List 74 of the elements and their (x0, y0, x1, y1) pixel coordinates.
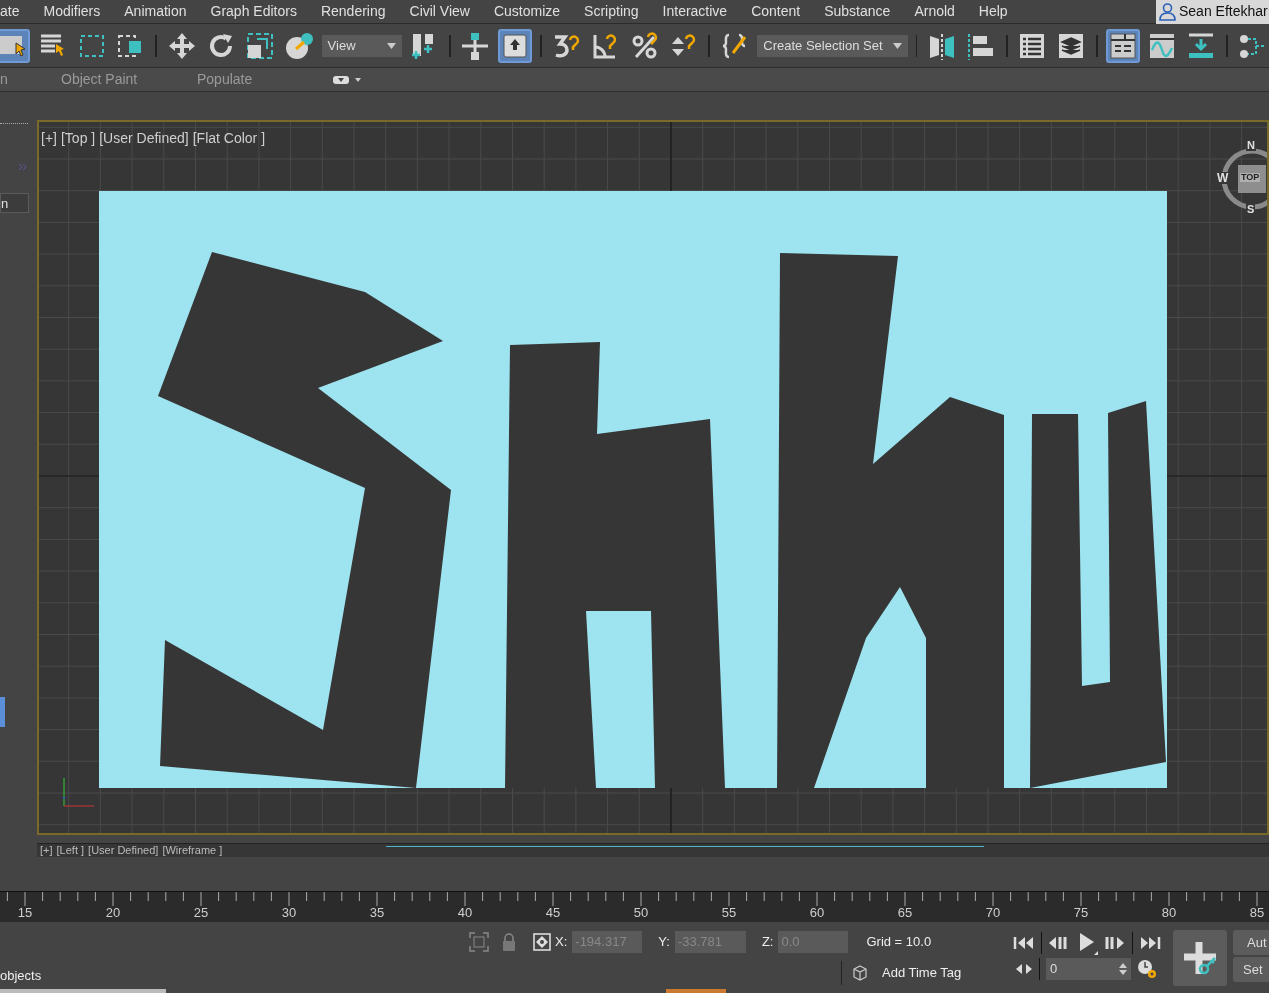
menu-item[interactable]: Graph Editors (210, 1, 297, 22)
menu-item[interactable]: Interactive (662, 1, 728, 22)
cube-icon[interactable] (852, 965, 868, 981)
selection-dropdown[interactable]: Create Selection Set (757, 34, 908, 57)
menu-item[interactable]: Customize (493, 1, 561, 22)
menu-item[interactable]: Help (978, 1, 1008, 22)
selection-dropdown[interactable]: View (321, 34, 402, 57)
viewport-label-menu[interactable]: [Flat Color ] (192, 128, 266, 149)
frame-number: 85 (1249, 906, 1265, 919)
frame-number: 40 (457, 906, 473, 919)
menu-item[interactable]: Rendering (320, 1, 386, 22)
menu-item[interactable]: Scripting (584, 1, 639, 22)
viewport-label-menu[interactable]: [Top ] (60, 128, 96, 149)
compass-letter: S (1246, 204, 1256, 215)
axis-tripod-icon (61, 777, 95, 807)
caret-icon (892, 42, 902, 49)
menu-item[interactable]: Substance (824, 1, 891, 22)
auto-key-button[interactable]: Aut (1233, 930, 1269, 955)
spinner-arrows-icon[interactable] (1119, 962, 1127, 976)
menu-item[interactable]: ate (0, 1, 20, 22)
menu-item[interactable]: Content (751, 1, 801, 22)
viewport-label-menu[interactable]: [Wireframe ] (162, 845, 223, 856)
timeline-ruler[interactable]: 15 20 25 30 35 40 45 50 55 60 65 70 75 80 85 (0, 891, 1269, 922)
viewport-label-menu[interactable]: [+] (40, 845, 53, 856)
frame-number: 30 (281, 906, 297, 919)
select-cursor-button[interactable] (0, 28, 30, 63)
frame-number: 35 (369, 906, 385, 919)
frame-number: 75 (1073, 906, 1089, 919)
ribbon-options-icon[interactable] (333, 74, 361, 85)
menu-item[interactable]: Modifiers (43, 1, 101, 22)
arrow-up-button[interactable] (497, 28, 532, 63)
set-key-button[interactable] (1173, 930, 1227, 986)
go-to-end-icon[interactable] (1139, 935, 1161, 951)
frame-number: 45 (545, 906, 561, 919)
viewport-label-menu[interactable]: [Left ] (56, 845, 85, 856)
ribbon-button[interactable] (1105, 28, 1140, 63)
key-plus-icon (1182, 940, 1218, 976)
viewport-label-menu[interactable]: [User Defined] (99, 128, 189, 149)
frame-number: 20 (105, 906, 121, 919)
add-time-tag-button[interactable]: Add Time Tag (882, 963, 962, 983)
frame-number: 55 (721, 906, 737, 919)
current-frame-spinner[interactable]: 0 (1046, 958, 1131, 980)
compass-letter: N (1246, 140, 1256, 151)
time-configuration-icon[interactable] (1137, 959, 1157, 979)
go-to-start-icon[interactable] (1013, 935, 1035, 951)
prompt-text: objects (0, 967, 42, 985)
panel-edge-bar (0, 697, 5, 727)
frame-number: 15 (17, 906, 33, 919)
compass-letter: W (1216, 172, 1230, 184)
frame-number: 25 (193, 906, 209, 919)
absolute-mode-icon[interactable] (533, 933, 551, 951)
caret-icon (386, 42, 396, 49)
z-label: Z: (761, 933, 774, 952)
menu-item[interactable]: Arnold (914, 1, 955, 22)
frame-number: 65 (897, 906, 913, 919)
viewcube-face-label[interactable]: TOP (1240, 173, 1261, 182)
y-label: Y: (658, 933, 670, 952)
next-frame-icon[interactable] (1104, 935, 1126, 951)
grid-size-text: Grid = 10.0 (866, 933, 932, 952)
set-key-mode-button[interactable]: Set (1233, 957, 1269, 982)
previous-frame-icon[interactable] (1048, 935, 1070, 951)
user-icon (1159, 2, 1176, 21)
menu-item[interactable]: Civil View (409, 1, 470, 22)
time-slider-arrows-icon[interactable] (1015, 963, 1033, 975)
command-panel-tab[interactable]: n (0, 193, 29, 213)
menu-item[interactable]: Animation (124, 1, 187, 22)
viewport-label-menu[interactable]: [+] (41, 128, 57, 149)
user-account-button[interactable]: Sean Eftekhar (1156, 0, 1269, 24)
frame-number: 70 (985, 906, 1001, 919)
frame-number: 60 (809, 906, 825, 919)
viewport-label-menu[interactable]: [User Defined] (88, 845, 159, 856)
frame-number: 80 (1161, 906, 1177, 919)
x-label: X: (555, 933, 568, 952)
frame-number: 50 (633, 906, 649, 919)
